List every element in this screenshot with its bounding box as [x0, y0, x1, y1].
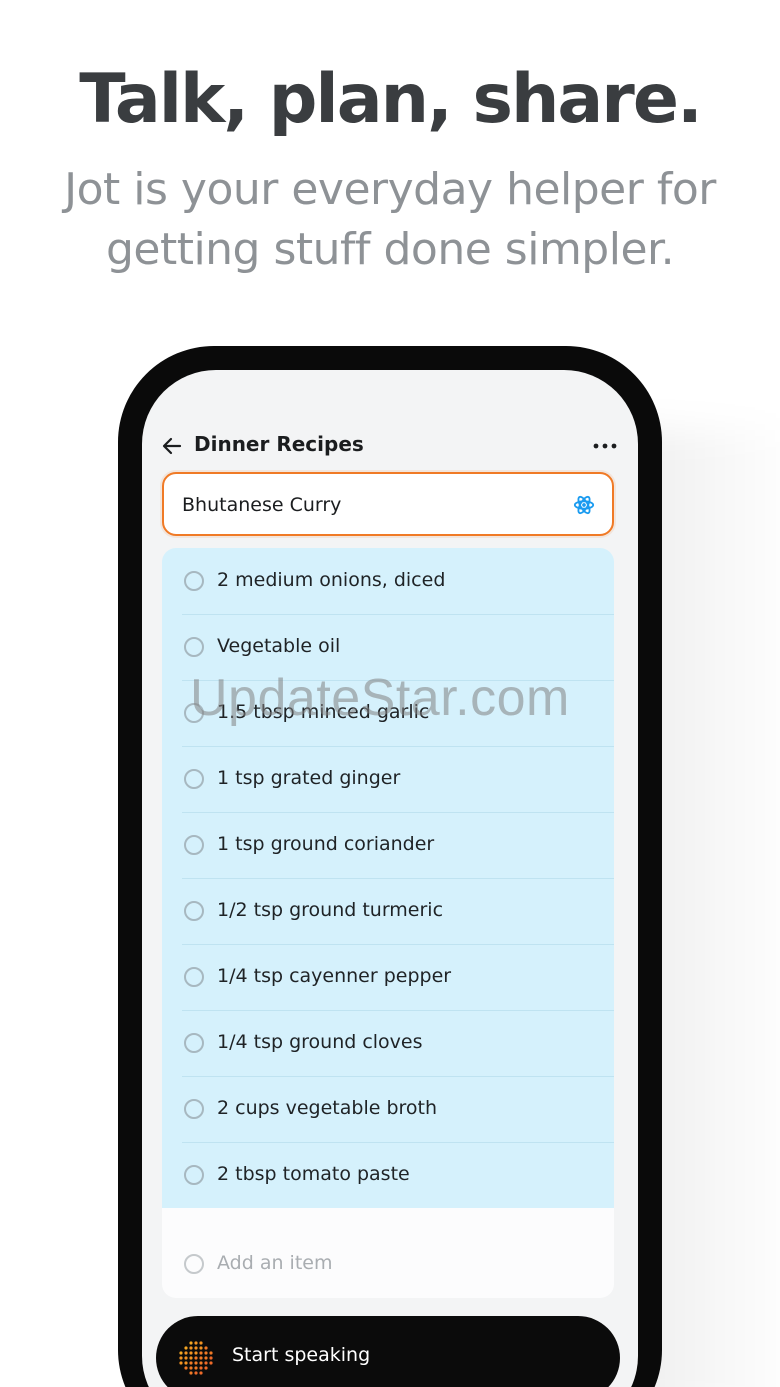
checkbox[interactable]	[184, 967, 204, 987]
hero-subtitle: Jot is your everyday helper for getting …	[30, 160, 750, 280]
start-speaking-button[interactable]: Start speaking	[156, 1316, 620, 1387]
divider	[182, 878, 614, 879]
list-item[interactable]: 2 medium onions, diced	[162, 548, 614, 614]
add-item-checkbox	[184, 1254, 204, 1274]
list-item[interactable]: 2 cups vegetable broth	[162, 1076, 614, 1142]
list-item-label: Vegetable oil	[217, 635, 341, 657]
checkbox[interactable]	[184, 703, 204, 723]
divider	[182, 746, 614, 747]
start-speaking-label: Start speaking	[232, 1344, 371, 1366]
dotted-mic-icon	[179, 1341, 213, 1375]
divider	[182, 1076, 614, 1077]
arrow-left-icon[interactable]	[160, 434, 184, 458]
divider	[182, 1010, 614, 1011]
list-item[interactable]: 1/4 tsp ground cloves	[162, 1010, 614, 1076]
hero-subtitle-line-1: Jot is your everyday helper for	[64, 164, 716, 215]
hero-title: Talk, plan, share.	[79, 60, 703, 139]
checkbox[interactable]	[184, 571, 204, 591]
phone-frame: Dinner Recipes Bhutanese Curry 2 medium …	[118, 346, 662, 1387]
list-item-label: 1.5 tbsp minced garlic	[217, 701, 430, 723]
list-item[interactable]: 1 tsp grated ginger	[162, 746, 614, 812]
list-item[interactable]: Vegetable oil	[162, 614, 614, 680]
list-item[interactable]: 1/2 tsp ground turmeric	[162, 878, 614, 944]
divider	[182, 812, 614, 813]
phone-screen: Dinner Recipes Bhutanese Curry 2 medium …	[142, 370, 638, 1387]
checkbox[interactable]	[184, 1165, 204, 1185]
more-horizontal-icon[interactable]	[590, 436, 620, 456]
recipe-name-field[interactable]: Bhutanese Curry	[162, 472, 614, 536]
hero-subtitle-line-2: getting stuff done simpler.	[105, 224, 675, 275]
divider	[182, 680, 614, 681]
list-title: Dinner Recipes	[194, 432, 364, 456]
recipe-name-value: Bhutanese Curry	[182, 494, 342, 516]
ingredient-list: 2 medium onions, diced Vegetable oil 1.5…	[162, 548, 614, 1208]
list-item-label: 1 tsp grated ginger	[217, 767, 401, 789]
list-item-label: 1/4 tsp ground cloves	[217, 1031, 423, 1053]
add-item-input[interactable]: Add an item	[217, 1252, 332, 1274]
divider	[182, 614, 614, 615]
list-item-label: 1 tsp ground coriander	[217, 833, 435, 855]
divider	[182, 944, 614, 945]
checkbox[interactable]	[184, 637, 204, 657]
list-item[interactable]: 2 tbsp tomato paste	[162, 1142, 614, 1208]
list-item-label: 2 medium onions, diced	[217, 569, 446, 591]
add-item-row[interactable]: Add an item	[162, 1208, 614, 1298]
list-item[interactable]: 1.5 tbsp minced garlic	[162, 680, 614, 746]
checkbox[interactable]	[184, 1099, 204, 1119]
checkbox[interactable]	[184, 835, 204, 855]
checkbox[interactable]	[184, 901, 204, 921]
top-bar: Dinner Recipes	[142, 432, 638, 462]
divider	[182, 1142, 614, 1143]
list-item-label: 2 tbsp tomato paste	[217, 1163, 410, 1185]
list-item-label: 1/2 tsp ground turmeric	[217, 899, 444, 921]
list-item-label: 1/4 tsp cayenner pepper	[217, 965, 452, 987]
checkbox[interactable]	[184, 769, 204, 789]
list-item[interactable]: 1/4 tsp cayenner pepper	[162, 944, 614, 1010]
list-item-label: 2 cups vegetable broth	[217, 1097, 438, 1119]
list-item[interactable]: 1 tsp ground coriander	[162, 812, 614, 878]
atom-icon[interactable]	[573, 494, 595, 516]
checkbox[interactable]	[184, 1033, 204, 1053]
